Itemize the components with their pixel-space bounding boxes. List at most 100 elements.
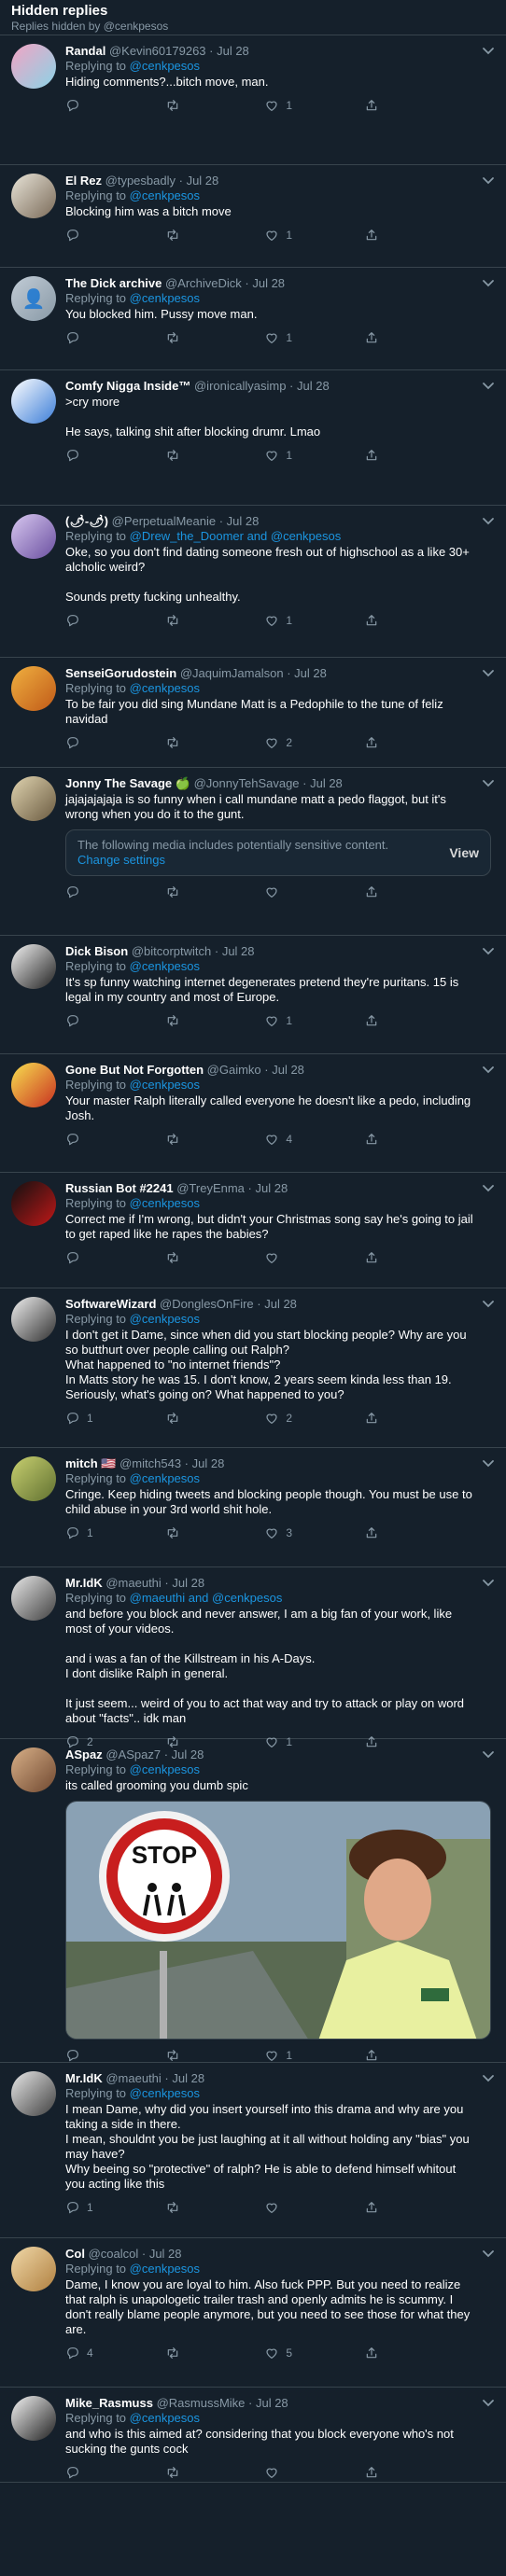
avatar[interactable] [11, 174, 56, 218]
reply-action[interactable] [65, 1013, 140, 1028]
user-handle[interactable]: @maeuthi [105, 2071, 161, 2085]
retweet-action[interactable] [165, 228, 240, 243]
like-action[interactable]: 1 [264, 448, 339, 463]
avatar[interactable] [11, 1456, 56, 1501]
retweet-action[interactable] [165, 2048, 240, 2063]
like-icon[interactable] [264, 613, 279, 628]
like-icon[interactable] [264, 330, 279, 345]
replying-to-mention[interactable]: @cenkpesos [130, 1762, 200, 1776]
share-action[interactable] [364, 1525, 439, 1540]
like-action[interactable]: 2 [264, 1411, 339, 1426]
share-icon[interactable] [364, 1250, 379, 1265]
retweet-action[interactable] [165, 448, 240, 463]
user-handle[interactable]: @coalcol [89, 2247, 139, 2261]
tweet[interactable]: mitch 🇺🇸 @mitch543 · Jul 28 Replying to @… [0, 1448, 506, 1567]
retweet-action[interactable] [165, 735, 240, 750]
user-handle[interactable]: @DonglesOnFire [160, 1297, 254, 1311]
like-action[interactable] [264, 884, 339, 899]
reply-icon[interactable] [65, 1411, 80, 1426]
chevron-down-icon[interactable] [480, 1576, 497, 1591]
replying-to-mention[interactable]: @cenkpesos [130, 1312, 200, 1326]
share-action[interactable] [364, 884, 439, 899]
share-icon[interactable] [364, 884, 379, 899]
retweet-action[interactable] [165, 613, 240, 628]
tweet[interactable]: Mr.IdK @maeuthi · Jul 28 Replying to @cen… [0, 2063, 506, 2238]
reply-icon[interactable] [65, 448, 80, 463]
tweet-date[interactable]: Jul 28 [172, 1748, 204, 1761]
tweet-date[interactable]: Jul 28 [294, 666, 327, 680]
user-handle[interactable]: @mitch543 [119, 1456, 181, 1470]
display-name[interactable]: Col [65, 2247, 85, 2261]
like-action[interactable] [264, 2465, 339, 2480]
like-action[interactable]: 3 [264, 1525, 339, 1540]
like-action[interactable]: 1 [264, 1013, 339, 1028]
retweet-icon[interactable] [165, 735, 180, 750]
retweet-action[interactable] [165, 1250, 240, 1265]
reply-action[interactable]: 1 [65, 1411, 140, 1426]
tweet[interactable]: SoftwareWizard @DonglesOnFire · Jul 28 Re… [0, 1288, 506, 1448]
share-action[interactable] [364, 613, 439, 628]
replying-to-mention[interactable]: @cenkpesos [130, 188, 200, 202]
replying-to-mention[interactable]: @cenkpesos [130, 681, 200, 695]
like-action[interactable]: 1 [264, 330, 339, 345]
replying-to-mention[interactable]: @cenkpesos [130, 2262, 200, 2276]
share-icon[interactable] [364, 613, 379, 628]
chevron-down-icon[interactable] [480, 2247, 497, 2262]
share-icon[interactable] [364, 1411, 379, 1426]
replying-to-mention[interactable]: @cenkpesos [130, 1078, 200, 1092]
tweet-date[interactable]: Jul 28 [255, 1181, 288, 1195]
tweet-date[interactable]: Jul 28 [222, 944, 255, 958]
retweet-icon[interactable] [165, 1411, 180, 1426]
retweet-action[interactable] [165, 1132, 240, 1147]
tweet-date[interactable]: Jul 28 [252, 276, 285, 290]
tweet[interactable]: Comfy Nigga Inside™ @ironicallyasimp · J… [0, 370, 506, 506]
reply-icon[interactable] [65, 884, 80, 899]
share-action[interactable] [364, 330, 439, 345]
avatar[interactable] [11, 944, 56, 989]
retweet-icon[interactable] [165, 2048, 180, 2063]
user-handle[interactable]: @bitcorptwitch [132, 944, 211, 958]
reply-action[interactable] [65, 228, 140, 243]
tweet-date[interactable]: Jul 28 [256, 2396, 288, 2410]
reply-action[interactable] [65, 448, 140, 463]
share-action[interactable] [364, 228, 439, 243]
avatar[interactable]: 👤 [11, 276, 56, 321]
share-icon[interactable] [364, 448, 379, 463]
share-icon[interactable] [364, 2346, 379, 2360]
chevron-down-icon[interactable] [480, 1297, 497, 1312]
reply-icon[interactable] [65, 1013, 80, 1028]
display-name[interactable]: Jonny The Savage [65, 776, 172, 790]
share-icon[interactable] [364, 98, 379, 113]
chevron-down-icon[interactable] [480, 1748, 497, 1762]
reply-action[interactable] [65, 2465, 140, 2480]
retweet-action[interactable] [165, 2465, 240, 2480]
display-name[interactable]: SoftwareWizard [65, 1297, 156, 1311]
like-icon[interactable] [264, 1132, 279, 1147]
retweet-icon[interactable] [165, 2346, 180, 2360]
tweet-date[interactable]: Jul 28 [172, 2071, 204, 2085]
tweet-date[interactable]: Jul 28 [272, 1063, 304, 1077]
display-name[interactable]: SenseiGorudostein [65, 666, 176, 680]
reply-icon[interactable] [65, 1525, 80, 1540]
chevron-down-icon[interactable] [480, 44, 497, 59]
retweet-icon[interactable] [165, 613, 180, 628]
tweet[interactable]: Mike_Rasmuss @RasmussMike · Jul 28 Replyi… [0, 2388, 506, 2483]
avatar[interactable] [11, 1181, 56, 1226]
tweet-date[interactable]: Jul 28 [217, 44, 249, 58]
like-icon[interactable] [264, 2346, 279, 2360]
avatar[interactable] [11, 1748, 56, 1792]
chevron-down-icon[interactable] [480, 276, 497, 291]
tweet[interactable]: Gone But Not Forgotten @Gaimko · Jul 28 R… [0, 1054, 506, 1173]
share-icon[interactable] [364, 2048, 379, 2063]
display-name[interactable]: Mr.IdK [65, 1576, 103, 1590]
like-icon[interactable] [264, 2465, 279, 2480]
chevron-down-icon[interactable] [480, 944, 497, 959]
tweet-date[interactable]: Jul 28 [297, 379, 330, 393]
replying-to-mention[interactable]: @cenkpesos [130, 2411, 200, 2425]
like-icon[interactable] [264, 98, 279, 113]
reply-action[interactable] [65, 735, 140, 750]
share-action[interactable] [364, 2200, 439, 2215]
tweet[interactable]: Col @coalcol · Jul 28 Replying to @cenkpe… [0, 2238, 506, 2388]
display-name[interactable]: Randal [65, 44, 105, 58]
share-action[interactable] [364, 98, 439, 113]
